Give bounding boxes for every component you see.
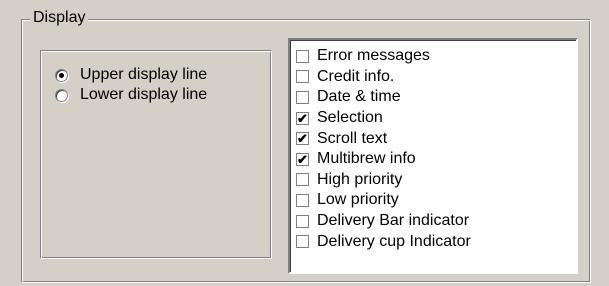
list-item-delivery-bar-indicator[interactable]: Delivery Bar indicator	[290, 211, 576, 232]
display-options-list[interactable]: Error messages Credit info. Date & time …	[288, 38, 578, 274]
list-item-label: Selection	[317, 109, 383, 127]
radio-lower-display-line[interactable]: Lower display line	[55, 85, 207, 105]
checkbox-icon[interactable]: ✔	[296, 152, 309, 166]
list-item-label: Date & time	[317, 88, 401, 106]
list-item-date-time[interactable]: Date & time	[290, 87, 576, 108]
checkbox-icon[interactable]	[296, 90, 309, 104]
list-item-multibrew-info[interactable]: ✔ Multibrew info	[290, 149, 576, 170]
radio-button-icon[interactable]	[55, 68, 68, 82]
radio-label: Lower display line	[80, 86, 208, 103]
list-item-high-priority[interactable]: High priority	[290, 170, 576, 191]
checkbox-icon[interactable]	[296, 173, 309, 187]
checkbox-icon[interactable]	[296, 193, 309, 207]
list-item-delivery-cup-indicator[interactable]: Delivery cup Indicator	[290, 231, 576, 252]
radio-label: Upper display line	[80, 66, 208, 83]
radio-button-icon[interactable]	[55, 88, 68, 102]
checkbox-icon[interactable]	[296, 214, 309, 228]
list-item-label: High priority	[317, 170, 403, 188]
checkbox-icon[interactable]	[296, 49, 309, 63]
checkbox-icon[interactable]: ✔	[296, 111, 309, 125]
group-title: Display	[30, 9, 89, 27]
list-item-label: Low priority	[317, 191, 399, 209]
list-item-label: Delivery Bar indicator	[317, 212, 470, 230]
checkbox-icon[interactable]: ✔	[296, 132, 309, 146]
list-item-low-priority[interactable]: Low priority	[290, 190, 576, 211]
list-item-label: Delivery cup Indicator	[317, 232, 471, 250]
list-item-error-messages[interactable]: Error messages	[290, 46, 576, 67]
checkbox-icon[interactable]	[296, 235, 309, 249]
radio-upper-display-line[interactable]: Upper display line	[55, 65, 207, 85]
list-item-scroll-text[interactable]: ✔ Scroll text	[290, 128, 576, 149]
display-line-panel: Upper display line Lower display line	[40, 50, 272, 259]
list-item-label: Scroll text	[317, 129, 388, 147]
list-item-label: Credit info.	[317, 67, 395, 85]
list-item-label: Error messages	[317, 47, 430, 65]
list-item-label: Multibrew info	[317, 150, 416, 168]
list-item-credit-info[interactable]: Credit info.	[290, 67, 576, 88]
list-item-selection[interactable]: ✔ Selection	[290, 108, 576, 129]
checkbox-icon[interactable]	[296, 70, 309, 84]
